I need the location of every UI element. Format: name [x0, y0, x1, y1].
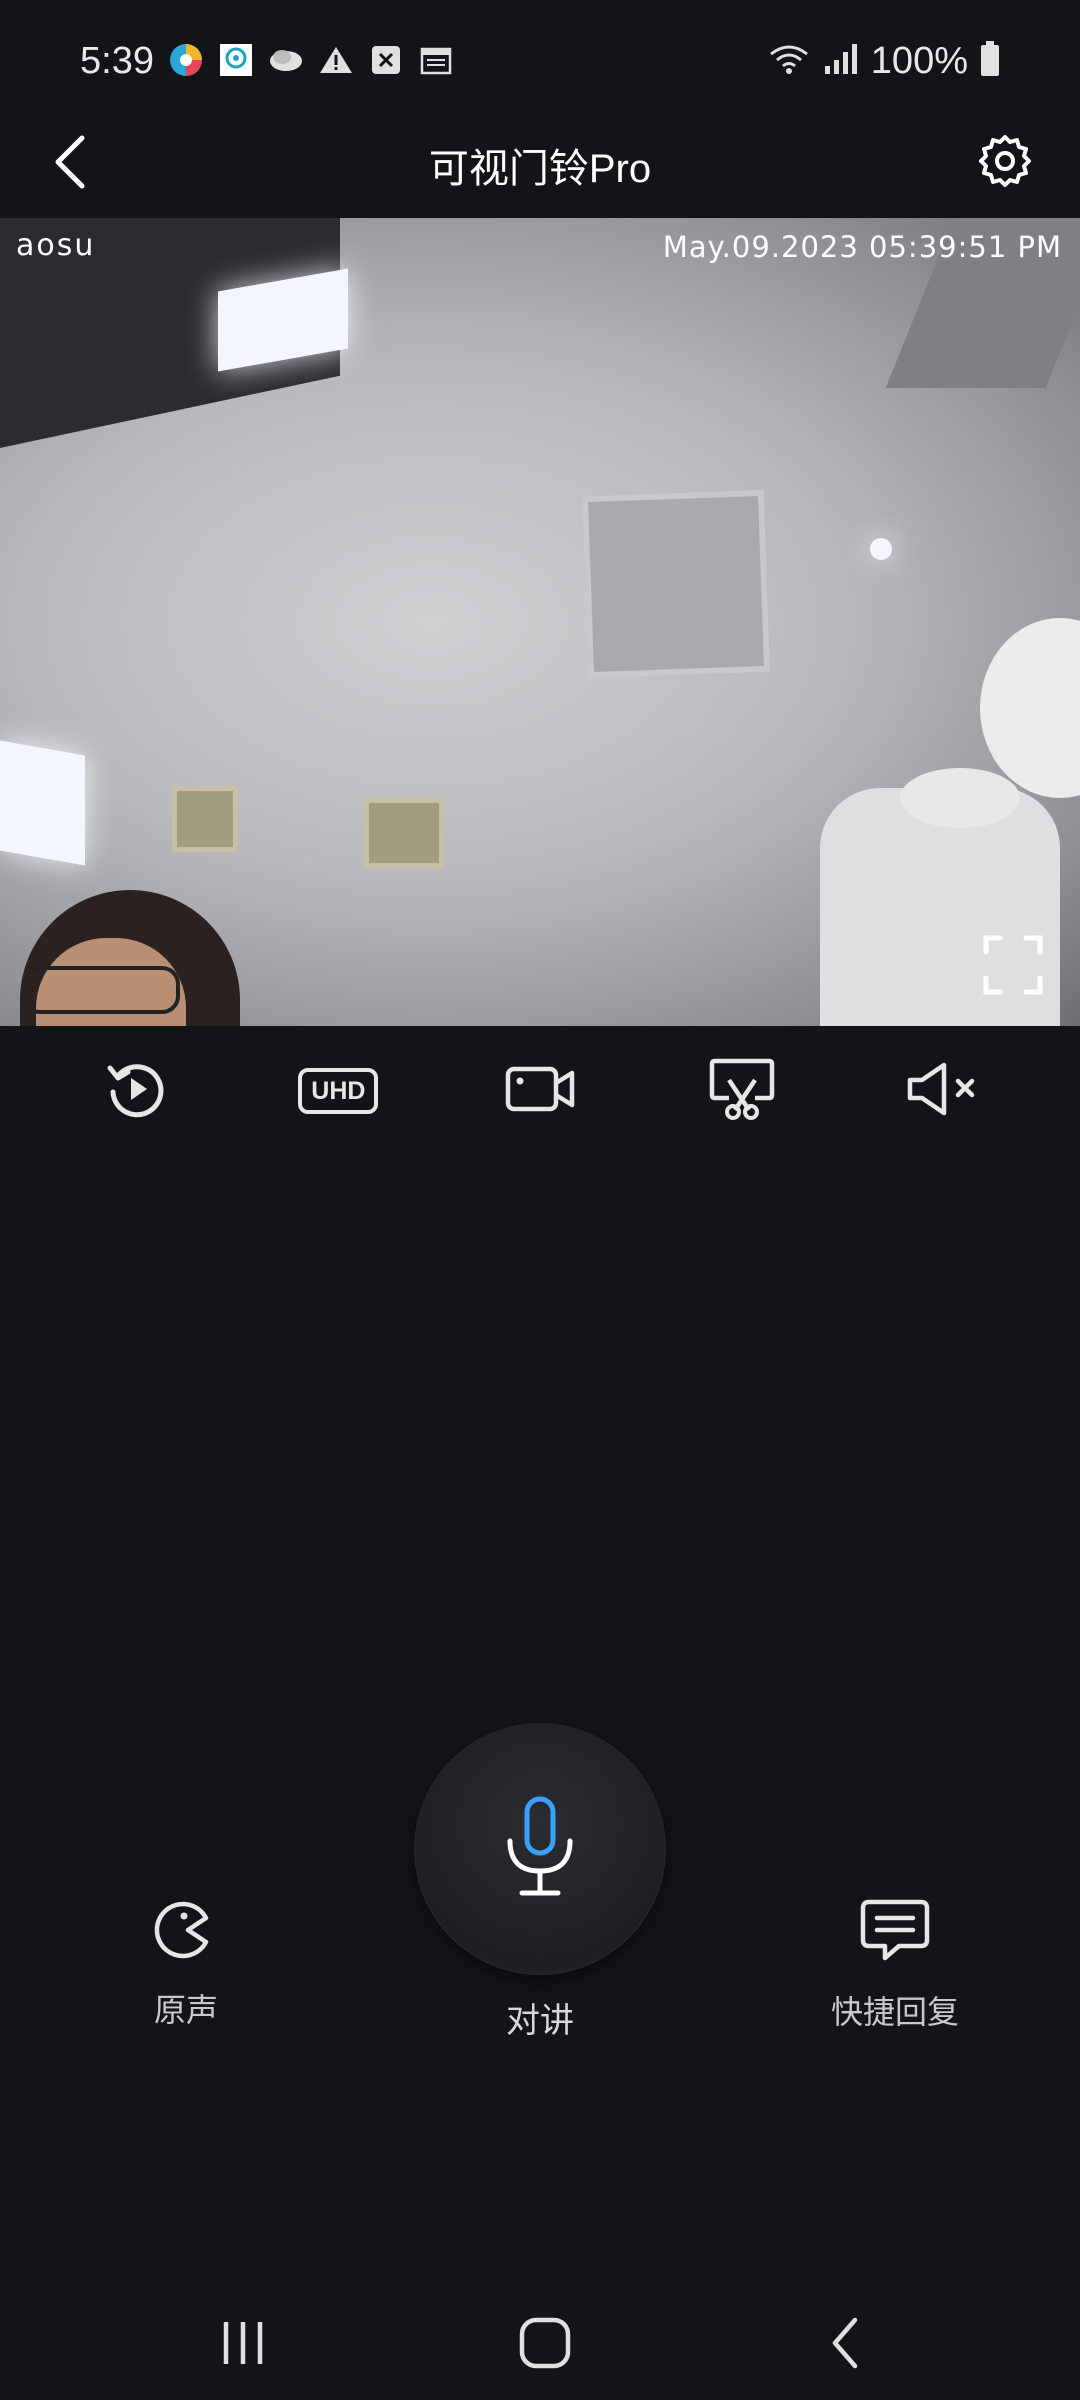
- playback-button[interactable]: [97, 1051, 177, 1131]
- battery-icon: [980, 41, 1000, 82]
- wifi-icon: [767, 42, 811, 81]
- live-video-feed[interactable]: aosu May.09.2023 05:39:51 PM: [0, 218, 1080, 1026]
- screenshot-cut-icon: [709, 1058, 775, 1125]
- system-navigation-bar: [0, 2290, 1080, 2400]
- ceiling-vent-small: [172, 786, 238, 852]
- fullscreen-icon: [982, 935, 1044, 1000]
- record-button[interactable]: [500, 1051, 580, 1131]
- signal-icon: [823, 42, 859, 81]
- system-status: 100%: [767, 40, 1000, 83]
- battery-percent: 100%: [870, 40, 968, 82]
- spot-light: [870, 538, 892, 560]
- quality-button[interactable]: UHD: [298, 1051, 379, 1131]
- page-title: 可视门铃Pro: [428, 147, 652, 191]
- video-record-icon: [505, 1063, 575, 1120]
- voice-changer-icon: [154, 1898, 218, 1967]
- uhd-icon: UHD: [298, 1068, 379, 1114]
- location-pin-icon: [218, 42, 254, 78]
- recent-apps-icon: [218, 2318, 268, 2373]
- quick-reply-button[interactable]: 快捷回复: [820, 1898, 970, 2033]
- screenshot-button[interactable]: [702, 1051, 782, 1131]
- video-timestamp: May.09.2023 05:39:51 PM: [662, 230, 1062, 264]
- video-watermark-logo: aosu: [16, 228, 96, 263]
- window-light: [0, 740, 85, 866]
- calendar-icon: [418, 42, 454, 78]
- speaker-muted-icon: [906, 1061, 980, 1122]
- home-icon: [518, 2316, 572, 2375]
- fullscreen-button[interactable]: [982, 934, 1044, 996]
- quick-reply-label: 快捷回复: [830, 1994, 959, 2030]
- status-time: 5:39: [80, 40, 154, 82]
- app-header: 可视门铃Pro: [0, 110, 1080, 218]
- video-toolbar: UHD: [0, 1026, 1080, 1156]
- replay-icon: [104, 1056, 170, 1127]
- microphone-icon: [500, 1795, 580, 1904]
- close-box-icon: [368, 42, 404, 78]
- mute-button[interactable]: [903, 1051, 983, 1131]
- colorful-app-icon: [168, 42, 204, 78]
- ceiling-vent-small: [364, 798, 444, 868]
- nav-back-button[interactable]: [800, 2310, 890, 2380]
- ceiling-vent-large: [581, 489, 771, 679]
- talk-button[interactable]: [416, 1725, 664, 1973]
- notification-icons: [168, 42, 454, 78]
- person-glasses: [22, 966, 180, 1014]
- chevron-left-icon: [827, 2316, 863, 2375]
- recent-apps-button[interactable]: [198, 2310, 288, 2380]
- warning-icon: [318, 42, 354, 78]
- settings-button[interactable]: [970, 128, 1040, 198]
- home-button[interactable]: [500, 2310, 590, 2380]
- cloud-icon: [268, 42, 304, 78]
- message-icon: [859, 1898, 931, 1969]
- gear-icon: [977, 133, 1033, 194]
- quality-label: UHD: [311, 1076, 366, 1105]
